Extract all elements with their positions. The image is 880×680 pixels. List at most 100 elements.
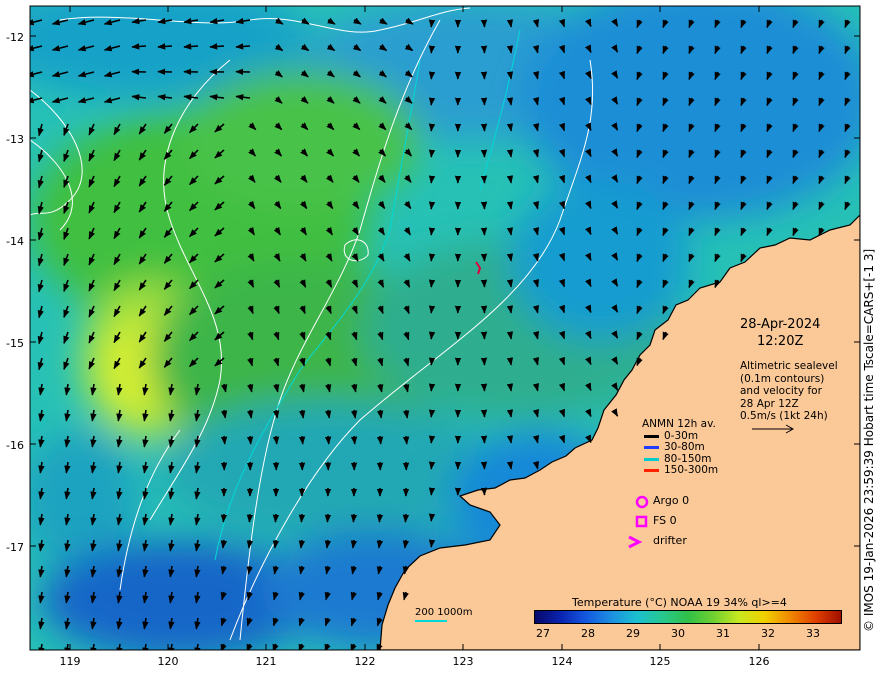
velocity-arrow — [480, 383, 488, 392]
velocity-arrow — [480, 409, 488, 418]
velocity-arrow — [428, 71, 436, 80]
velocity-arrow — [506, 383, 514, 392]
time-text: 12:20Z — [757, 334, 804, 349]
velocity-arrow — [480, 149, 488, 158]
velocity-arrow — [220, 513, 228, 523]
velocity-arrow — [220, 539, 228, 549]
velocity-arrow — [480, 253, 488, 262]
velocity-arrow — [298, 539, 306, 549]
velocity-arrow — [246, 435, 254, 445]
altimetry-line: (0.1m contours) — [740, 372, 825, 385]
velocity-arrow — [506, 45, 514, 54]
velocity-arrow — [428, 45, 436, 54]
velocity-arrow — [506, 279, 514, 288]
fs-item: FS 0 — [627, 514, 689, 534]
velocity-arrow — [506, 357, 514, 366]
velocity-arrow — [376, 539, 384, 549]
velocity-arrow — [428, 149, 436, 158]
velocity-arrow — [480, 201, 488, 210]
velocity-arrow — [480, 487, 488, 496]
y-tick-label: -17 — [6, 541, 24, 554]
velocity-arrow — [324, 435, 332, 445]
velocity-arrow — [428, 461, 436, 470]
x-tick-label: 123 — [452, 655, 474, 668]
legend-label: 80-150m — [664, 452, 712, 465]
velocity-arrow — [506, 461, 514, 470]
x-tick-label: 125 — [649, 655, 671, 668]
colorbar-tick-label: 28 — [581, 627, 595, 640]
y-tick-label: -16 — [6, 439, 24, 452]
velocity-arrow — [131, 43, 147, 50]
velocity-arrow — [183, 43, 199, 50]
velocity-arrow — [428, 123, 436, 132]
colorbar-tick-label: 31 — [716, 627, 730, 640]
velocity-arrow — [272, 513, 280, 523]
drifter-label: drifter — [653, 534, 687, 547]
x-tick-label: 120 — [157, 655, 179, 668]
velocity-arrow — [376, 435, 384, 445]
velocity-arrow — [157, 43, 173, 50]
velocity-arrow — [506, 175, 514, 184]
velocity-arrow — [428, 539, 436, 548]
x-tick-label: 121 — [255, 655, 277, 668]
velocity-arrow — [506, 435, 514, 444]
velocity-arrow — [428, 357, 436, 366]
legend-label: 150-300m — [664, 464, 719, 476]
chevron-icon — [628, 535, 643, 549]
drifter-item: drifter — [627, 534, 689, 554]
argo-item: Argo 0 — [627, 494, 689, 514]
velocity-arrow — [298, 435, 306, 445]
legend-label: 0-30m — [664, 429, 699, 442]
date-text: 28-Apr-2024 — [740, 317, 821, 332]
velocity-arrow — [506, 149, 514, 158]
bathy-scale-bar — [415, 620, 447, 622]
velocity-arrow — [246, 539, 254, 549]
y-tick-label: -15 — [6, 337, 24, 350]
velocity-arrow — [428, 175, 436, 184]
velocity-arrow — [428, 487, 436, 496]
velocity-arrow — [428, 383, 436, 392]
velocity-arrow — [480, 175, 488, 184]
velocity-arrow — [402, 513, 410, 523]
velocity-arrow — [506, 19, 514, 28]
velocity-arrow — [298, 513, 306, 523]
velocity-arrow — [428, 253, 436, 262]
velocity-arrow — [428, 97, 436, 106]
velocity-arrow — [480, 305, 488, 314]
velocity-arrow — [480, 71, 488, 80]
velocity-arrow — [272, 435, 280, 445]
velocity-arrow — [350, 435, 358, 445]
velocity-arrow — [246, 513, 254, 523]
velocity-arrow — [506, 253, 514, 262]
altimetry-line: and velocity for — [740, 385, 822, 397]
argo-label: Argo 0 — [653, 494, 690, 507]
velocity-arrow — [480, 279, 488, 288]
colorbar-tick-label: 33 — [806, 627, 820, 640]
circle-icon — [635, 495, 649, 509]
velocity-arrow — [480, 45, 488, 54]
velocity-arrow — [402, 435, 410, 445]
velocity-arrow — [428, 19, 436, 28]
bathy-scale-label: 200 1000m — [415, 607, 473, 618]
velocity-arrow — [428, 435, 436, 444]
velocity-arrow — [506, 409, 514, 418]
legend-label: 30-80m — [664, 441, 705, 453]
credit-text: © IMOS 19-Jan-2026 23:59:39 Hobart time … — [862, 248, 876, 632]
velocity-arrow — [480, 461, 488, 470]
velocity-arrow — [428, 201, 436, 210]
y-tick-label: -12 — [6, 31, 24, 44]
velocity-arrow — [428, 331, 436, 340]
velocity-arrow — [506, 305, 514, 314]
observation-legend: Argo 0 FS 0 drifter — [627, 494, 689, 554]
legend-swatch — [644, 469, 659, 472]
velocity-arrow — [506, 97, 514, 106]
x-tick-label: 124 — [551, 655, 573, 668]
velocity-arrow — [480, 97, 488, 106]
legend-swatch — [644, 457, 659, 461]
velocity-arrow — [428, 279, 436, 288]
colorbar — [534, 610, 842, 624]
velocity-arrow — [376, 513, 384, 523]
velocity-arrow — [428, 409, 436, 418]
velocity-arrow — [506, 71, 514, 80]
square-icon — [635, 515, 648, 528]
